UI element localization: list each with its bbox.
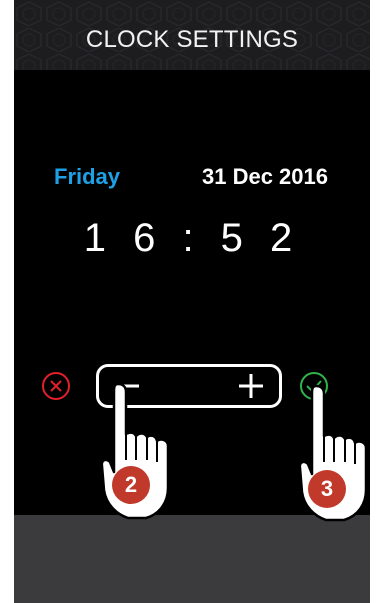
- time-display: 1 6 : 5 2: [83, 216, 301, 260]
- day-label: Friday: [54, 164, 121, 189]
- circle-x-icon[interactable]: [40, 370, 72, 402]
- page-title: CLOCK SETTINGS: [85, 26, 299, 53]
- date-label: 31 Dec 2016: [202, 164, 328, 189]
- step-badge: 2: [112, 466, 150, 504]
- plus-icon[interactable]: [231, 370, 271, 402]
- device-screen: CLOCK SETTINGS Friday 31 Dec 2016 1 6 : …: [14, 0, 370, 603]
- header-bar: CLOCK SETTINGS: [14, 0, 370, 70]
- step-badge: 3: [308, 470, 346, 508]
- footer-bar: [14, 515, 370, 603]
